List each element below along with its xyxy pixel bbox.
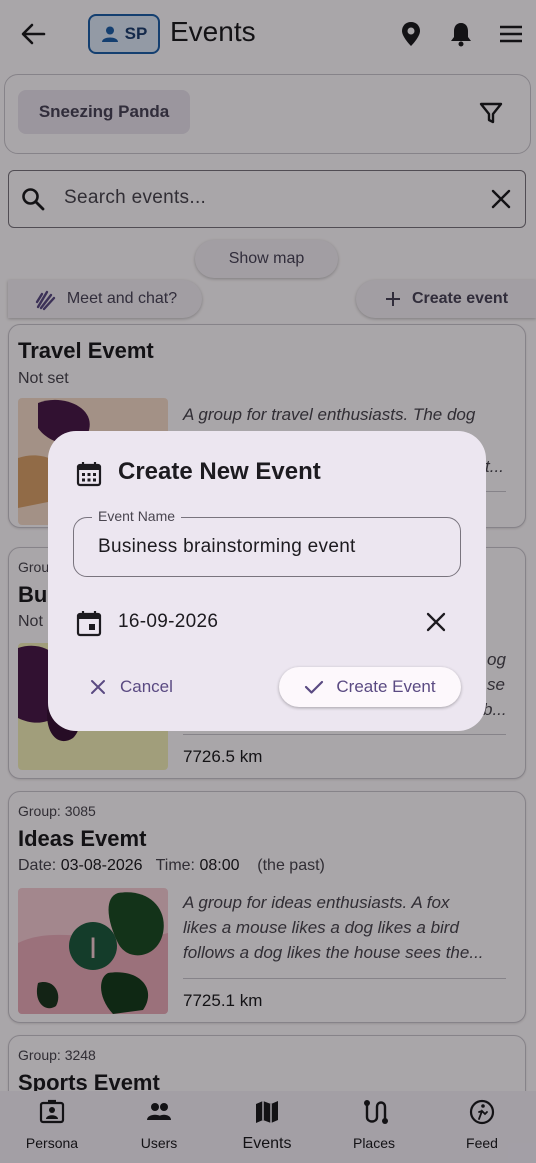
event-name-label: Event Name: [92, 508, 182, 524]
cancel-button[interactable]: Cancel: [80, 667, 190, 707]
date-picker-icon[interactable]: [76, 609, 102, 637]
cancel-label: Cancel: [120, 677, 173, 696]
dialog-title: Create New Event: [118, 458, 321, 485]
clear-date-icon[interactable]: [424, 610, 448, 634]
close-icon: [91, 680, 105, 694]
event-name-value[interactable]: Business brainstorming event: [98, 536, 356, 558]
event-date-value[interactable]: 16-09-2026: [118, 611, 218, 633]
create-event-submit-label: Create Event: [336, 677, 436, 696]
check-icon: [305, 680, 324, 694]
create-event-submit-button[interactable]: Create Event: [279, 667, 461, 707]
calendar-icon: [76, 462, 102, 487]
